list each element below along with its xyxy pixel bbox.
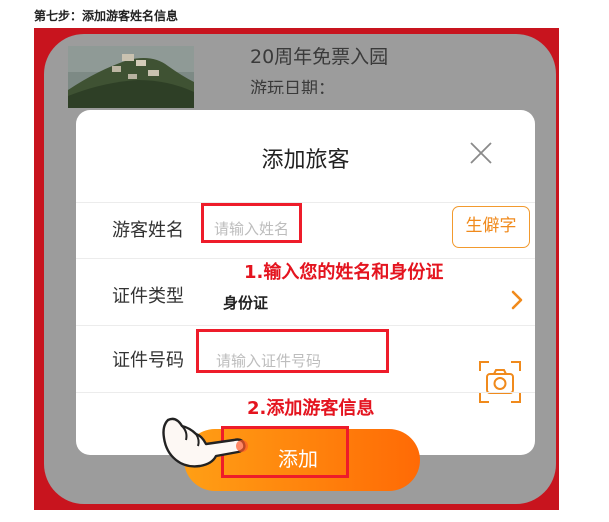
id-type-value[interactable]: 身份证 <box>223 292 268 313</box>
id-number-input[interactable] <box>216 346 376 376</box>
rare-character-button[interactable]: 生僻字 <box>452 206 530 248</box>
id-type-label: 证件类型 <box>112 286 184 307</box>
annotation-step2: 2.添加游客信息 <box>247 398 375 419</box>
camera-icon[interactable] <box>478 360 522 404</box>
id-number-label: 证件号码 <box>112 350 184 371</box>
chevron-right-icon[interactable] <box>509 288 525 312</box>
divider <box>76 392 535 393</box>
divider <box>76 325 535 326</box>
dialog-title: 添加旅客 <box>261 148 350 173</box>
divider <box>76 202 535 203</box>
name-input[interactable] <box>214 214 306 244</box>
close-icon[interactable] <box>468 140 494 166</box>
step-title: 第七步：添加游客姓名信息 <box>34 9 179 23</box>
name-field-label: 游客姓名 <box>112 220 184 241</box>
annotation-step1: 1.输入您的姓名和身份证 <box>244 262 444 283</box>
attraction-thumbnail <box>68 46 194 108</box>
ticket-title: 20周年免票入园 <box>250 46 389 68</box>
pointing-hand-icon <box>156 406 248 476</box>
add-button-label: 添加 <box>278 447 318 471</box>
visit-date-label: 游玩日期： <box>250 79 335 94</box>
screenshot-frame: 20周年免票入园 游玩日期： 添加旅客 游客姓名 生僻字 证件类型 身份证 <box>34 28 559 510</box>
